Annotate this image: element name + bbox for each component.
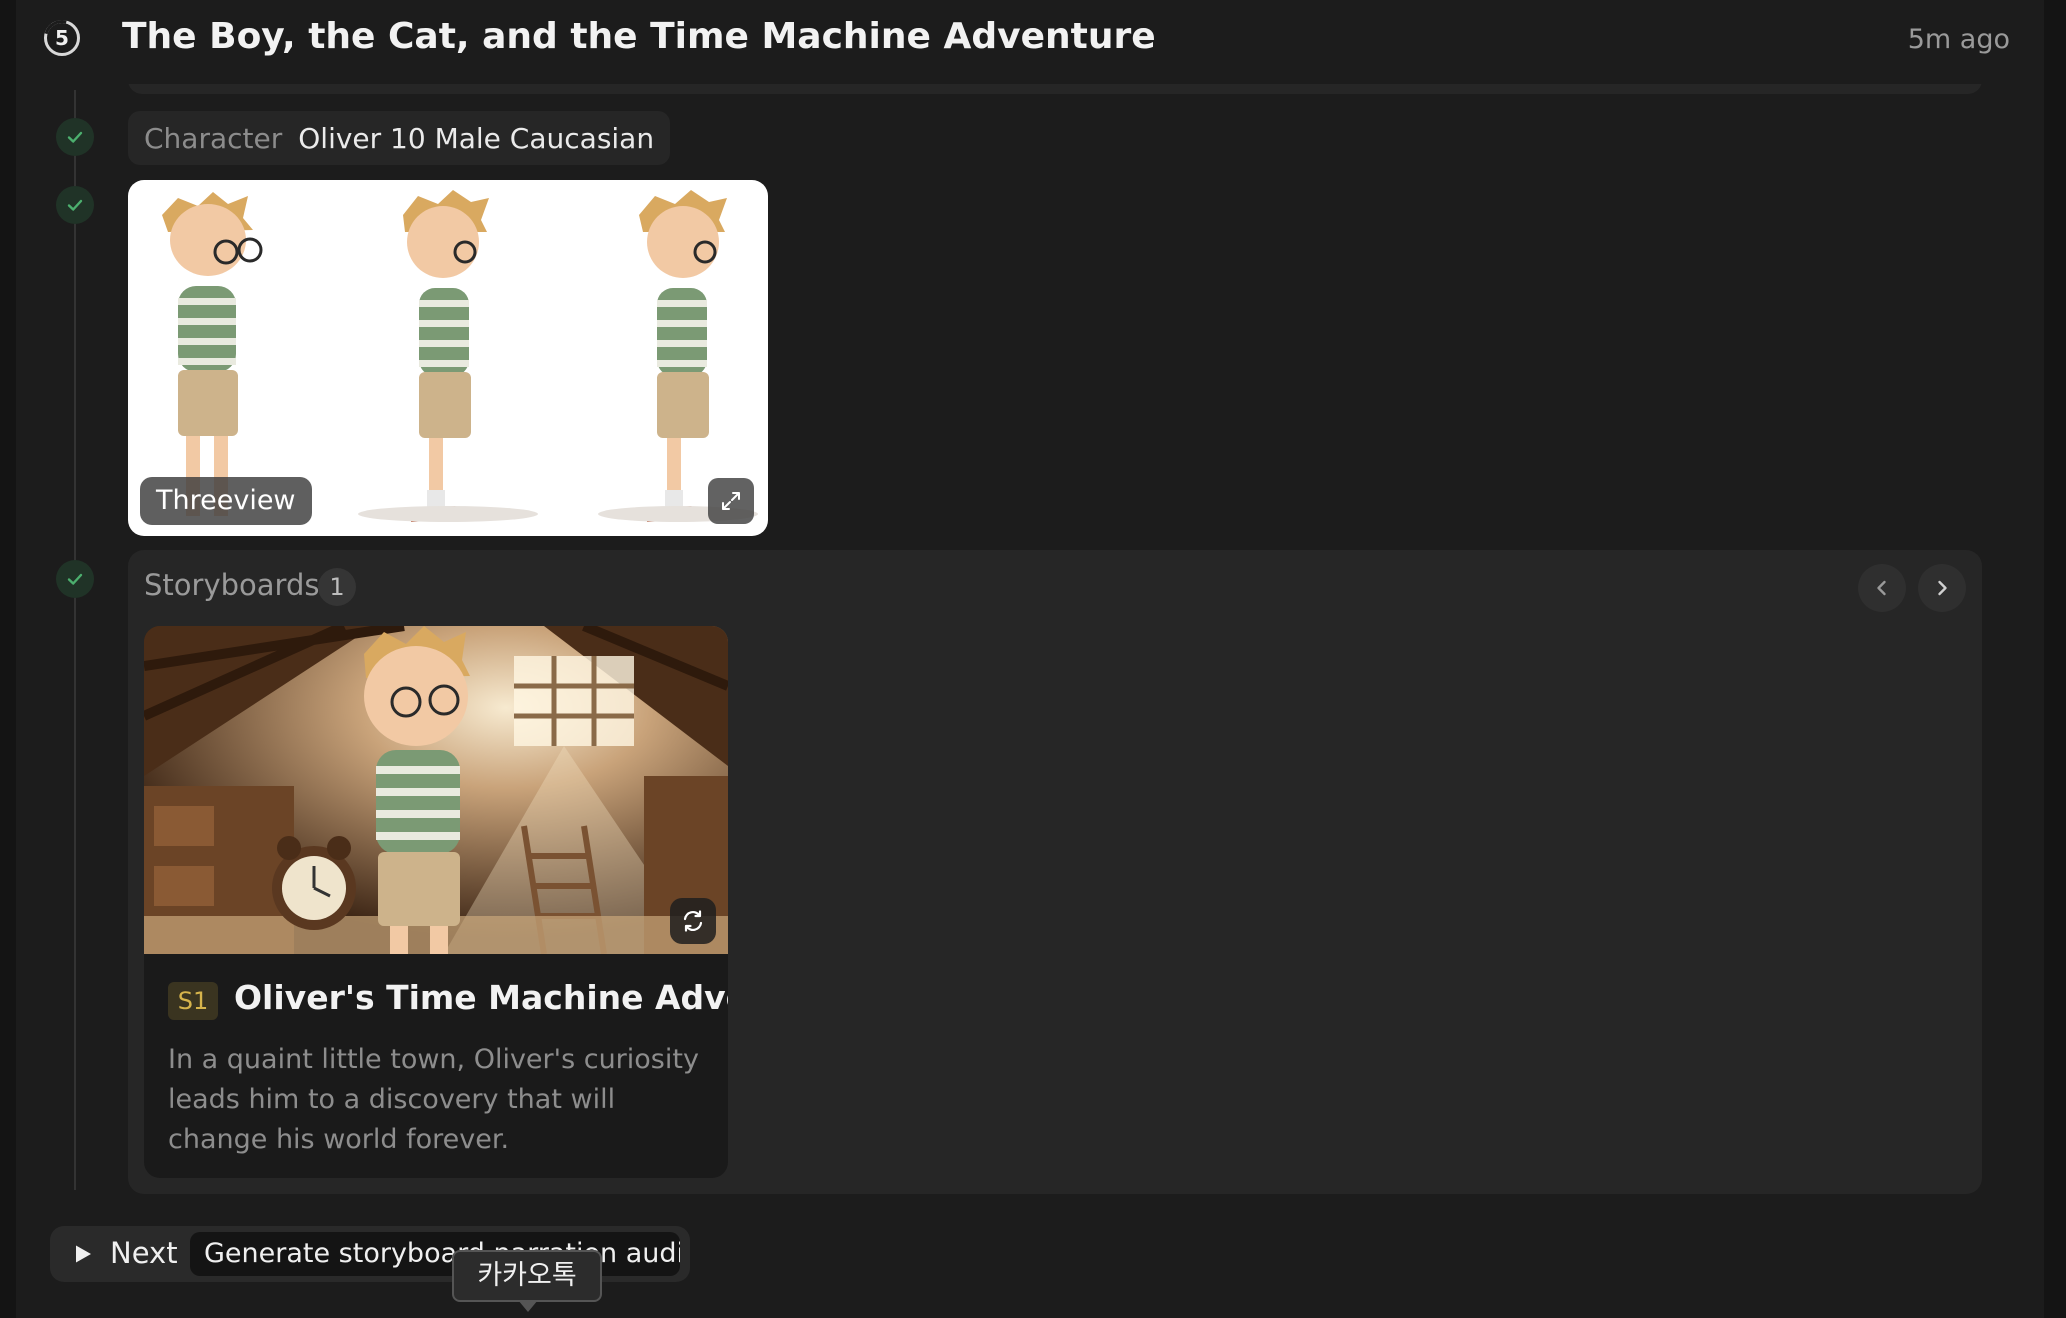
timestamp: 5m ago — [1907, 24, 2010, 55]
page-title: The Boy, the Cat, and the Time Machine A… — [122, 16, 1156, 57]
storyboards-count-badge: 1 — [318, 568, 356, 606]
next-label: Next — [110, 1236, 178, 1270]
check-icon — [56, 186, 94, 224]
next-task-name: Generate storyboard narration audios — [190, 1232, 680, 1276]
refresh-icon — [683, 910, 703, 932]
storyboard-title: Oliver's Time Machine Adve... — [234, 978, 728, 1017]
check-icon — [56, 560, 94, 598]
scene-badge: S1 — [168, 982, 218, 1020]
storyboards-panel: Storyboards 1 S1 Oliver's Time Machine A… — [128, 550, 1982, 1194]
attic-scene-illustration — [144, 626, 728, 954]
storyboard-image[interactable] — [144, 626, 728, 954]
storyboard-description: In a quaint little town, Oliver's curios… — [168, 1044, 699, 1155]
regenerate-button[interactable] — [670, 898, 716, 944]
expand-button[interactable] — [708, 478, 754, 524]
window-edge — [2044, 0, 2066, 1318]
timeline-line — [74, 90, 76, 1190]
play-icon — [76, 1245, 91, 1263]
header: 5 The Boy, the Cat, and the Time Machine… — [16, 0, 2044, 84]
tooltip-arrow — [518, 1300, 538, 1312]
step-number: 5 — [55, 26, 69, 50]
character-value: Oliver 10 Male Caucasian — [298, 121, 655, 155]
threeview-image[interactable]: Threeview — [128, 180, 768, 536]
storyboards-label: Storyboards — [144, 568, 320, 602]
step-progress-icon: 5 — [37, 13, 87, 63]
character-label: Character — [144, 121, 283, 155]
chevron-left-icon — [1877, 580, 1886, 596]
expand-icon — [722, 492, 740, 510]
taskbar-tooltip: 카카오톡 — [452, 1250, 602, 1302]
storyboard-card[interactable]: S1 Oliver's Time Machine Adve... In a qu… — [144, 626, 728, 1178]
character-pill: Character Oliver 10 Male Caucasian — [128, 111, 671, 165]
next-page-button[interactable] — [1918, 564, 1966, 612]
previous-button[interactable] — [1858, 564, 1906, 612]
chevron-right-icon — [1938, 580, 1947, 596]
ground-shadow — [358, 506, 538, 522]
threeview-label: Threeview — [140, 477, 312, 525]
check-icon — [56, 118, 94, 156]
